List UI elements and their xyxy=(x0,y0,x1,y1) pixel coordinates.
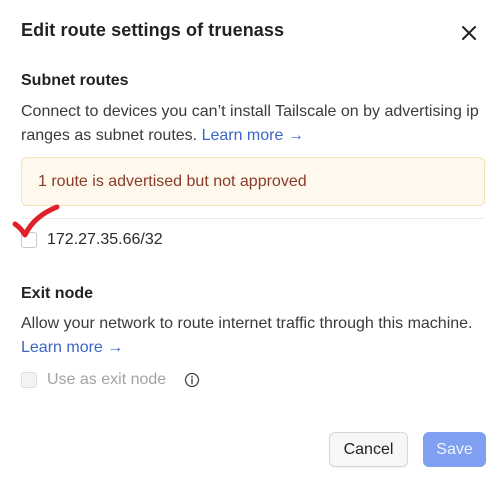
divider xyxy=(21,218,485,219)
subnet-routes-description: Connect to devices you can’t install Tai… xyxy=(21,100,486,148)
info-icon[interactable] xyxy=(184,372,200,388)
exit-node-row: Use as exit node xyxy=(21,371,200,389)
dialog-title: Edit route settings of truenass xyxy=(21,20,285,40)
subnet-routes-heading: Subnet routes xyxy=(21,72,129,89)
close-button[interactable] xyxy=(458,22,480,44)
exit-node-description-text: Allow your network to route internet tra… xyxy=(21,315,473,332)
exit-node-heading: Exit node xyxy=(21,285,94,302)
warning-text: 1 route is advertised but not approved xyxy=(38,172,307,190)
save-button[interactable]: Save xyxy=(423,432,486,467)
route-label: 172.27.35.66/32 xyxy=(47,231,163,248)
edit-route-dialog: Edit route settings of truenass Subnet r… xyxy=(0,0,498,481)
annotation-check-mark xyxy=(12,204,60,238)
close-icon xyxy=(462,26,476,40)
exit-node-checkbox[interactable] xyxy=(21,372,37,388)
unapproved-route-warning: 1 route is advertised but not approved xyxy=(21,157,485,206)
exit-node-description: Allow your network to route internet tra… xyxy=(21,312,486,360)
exit-node-learn-more-link[interactable]: Learn more → xyxy=(21,339,123,356)
exit-node-label: Use as exit node xyxy=(47,371,167,388)
cancel-button[interactable]: Cancel xyxy=(329,432,408,467)
subnet-learn-more-link[interactable]: Learn more → xyxy=(202,127,304,144)
